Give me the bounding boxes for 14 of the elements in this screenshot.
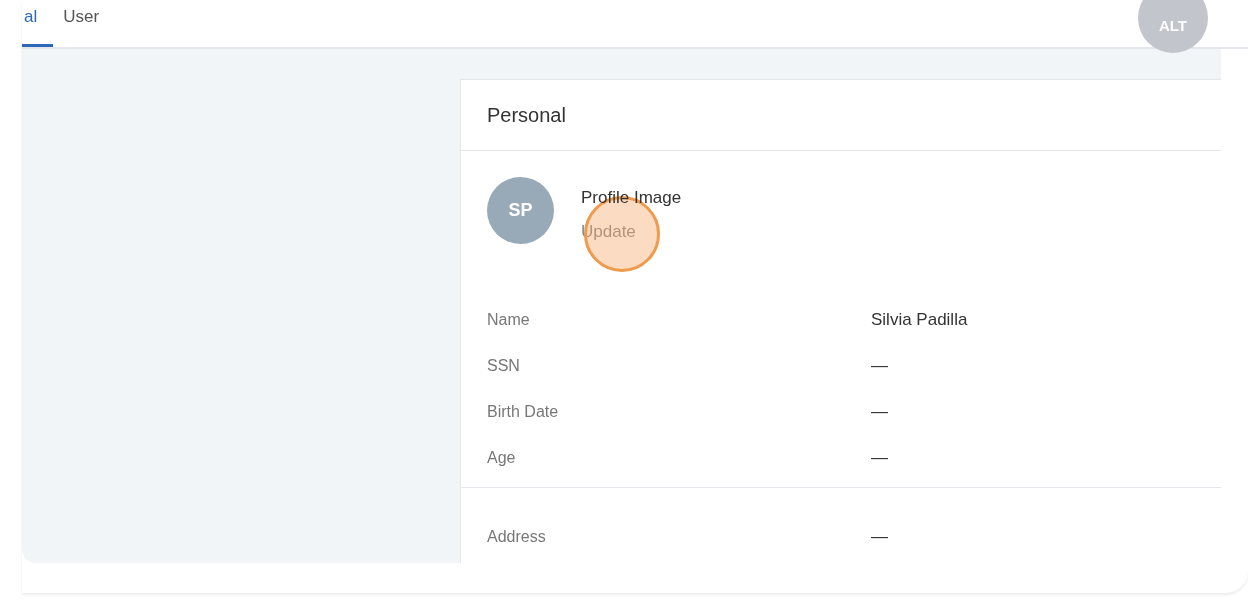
field-label: SSN — [487, 356, 521, 376]
tab[interactable]: User — [61, 0, 108, 47]
field-label: Birth Date — [487, 402, 560, 422]
field-label: Address — [487, 527, 547, 547]
profile-avatar: SP — [487, 177, 554, 244]
field-value: — — [871, 355, 888, 378]
field-value: — — [871, 526, 888, 549]
profile-image-label: Profile Image — [581, 187, 682, 209]
field-value: Silvia Padilla — [871, 309, 968, 332]
field-label: Age — [487, 448, 517, 468]
card-title: Personal — [461, 80, 1221, 151]
field-value: — — [871, 447, 888, 470]
field-value: — — [871, 401, 888, 424]
field-label: Name — [487, 310, 531, 330]
